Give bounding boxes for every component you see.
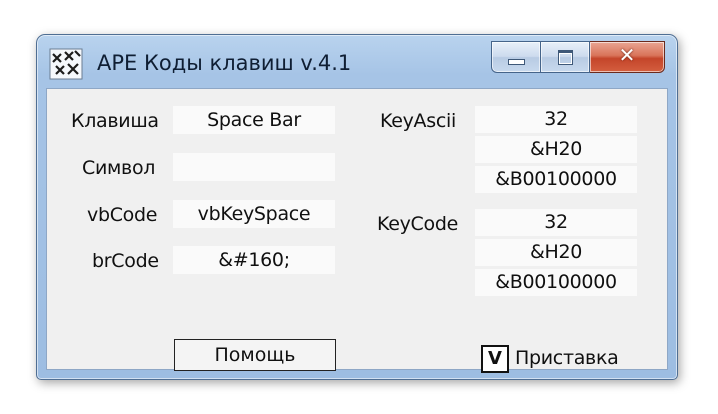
vbcode-field[interactable]: vbKeySpace [173, 200, 335, 228]
brcode-label: brCode [92, 250, 159, 272]
keycode-dec-field[interactable]: 32 [475, 209, 637, 236]
keyascii-label: KeyAscii [380, 110, 456, 132]
keycode-bin-field[interactable]: &B00100000 [475, 269, 637, 296]
key-label: Клавиша [71, 110, 159, 132]
vbcode-label: vbCode [87, 204, 158, 226]
symbol-label: Символ [82, 157, 156, 179]
keyascii-hex-field[interactable]: &H20 [475, 136, 637, 163]
title-bar[interactable]: АРЕ Коды клавиш v.4.1 ✕ [37, 35, 677, 87]
app-window: АРЕ Коды клавиш v.4.1 ✕ Клавиша Space Ba… [36, 34, 678, 380]
maximize-button[interactable] [541, 41, 590, 73]
key-field[interactable]: Space Bar [173, 106, 335, 134]
keycode-label: KeyCode [377, 213, 458, 235]
symbol-field[interactable] [173, 153, 335, 181]
window-title: АРЕ Коды клавиш v.4.1 [97, 51, 352, 75]
prefix-checkbox[interactable]: V [481, 345, 509, 373]
close-button[interactable]: ✕ [590, 41, 665, 73]
keyboard-app-icon[interactable] [49, 48, 83, 80]
close-icon: ✕ [618, 43, 636, 67]
caption-buttons: ✕ [491, 41, 665, 73]
maximize-icon [558, 50, 573, 65]
minimize-button[interactable] [491, 41, 541, 73]
keycode-hex-field[interactable]: &H20 [475, 239, 637, 266]
prefix-checkbox-label[interactable]: Приставка [515, 347, 619, 369]
help-button[interactable]: Помощь [174, 339, 336, 371]
brcode-field[interactable]: &#160; [173, 246, 335, 274]
minimize-icon [508, 59, 525, 65]
client-area: Клавиша Space Bar Символ vbCode vbKeySpa… [46, 88, 668, 373]
keyascii-dec-field[interactable]: 32 [475, 106, 637, 133]
keyascii-bin-field[interactable]: &B00100000 [475, 166, 637, 193]
